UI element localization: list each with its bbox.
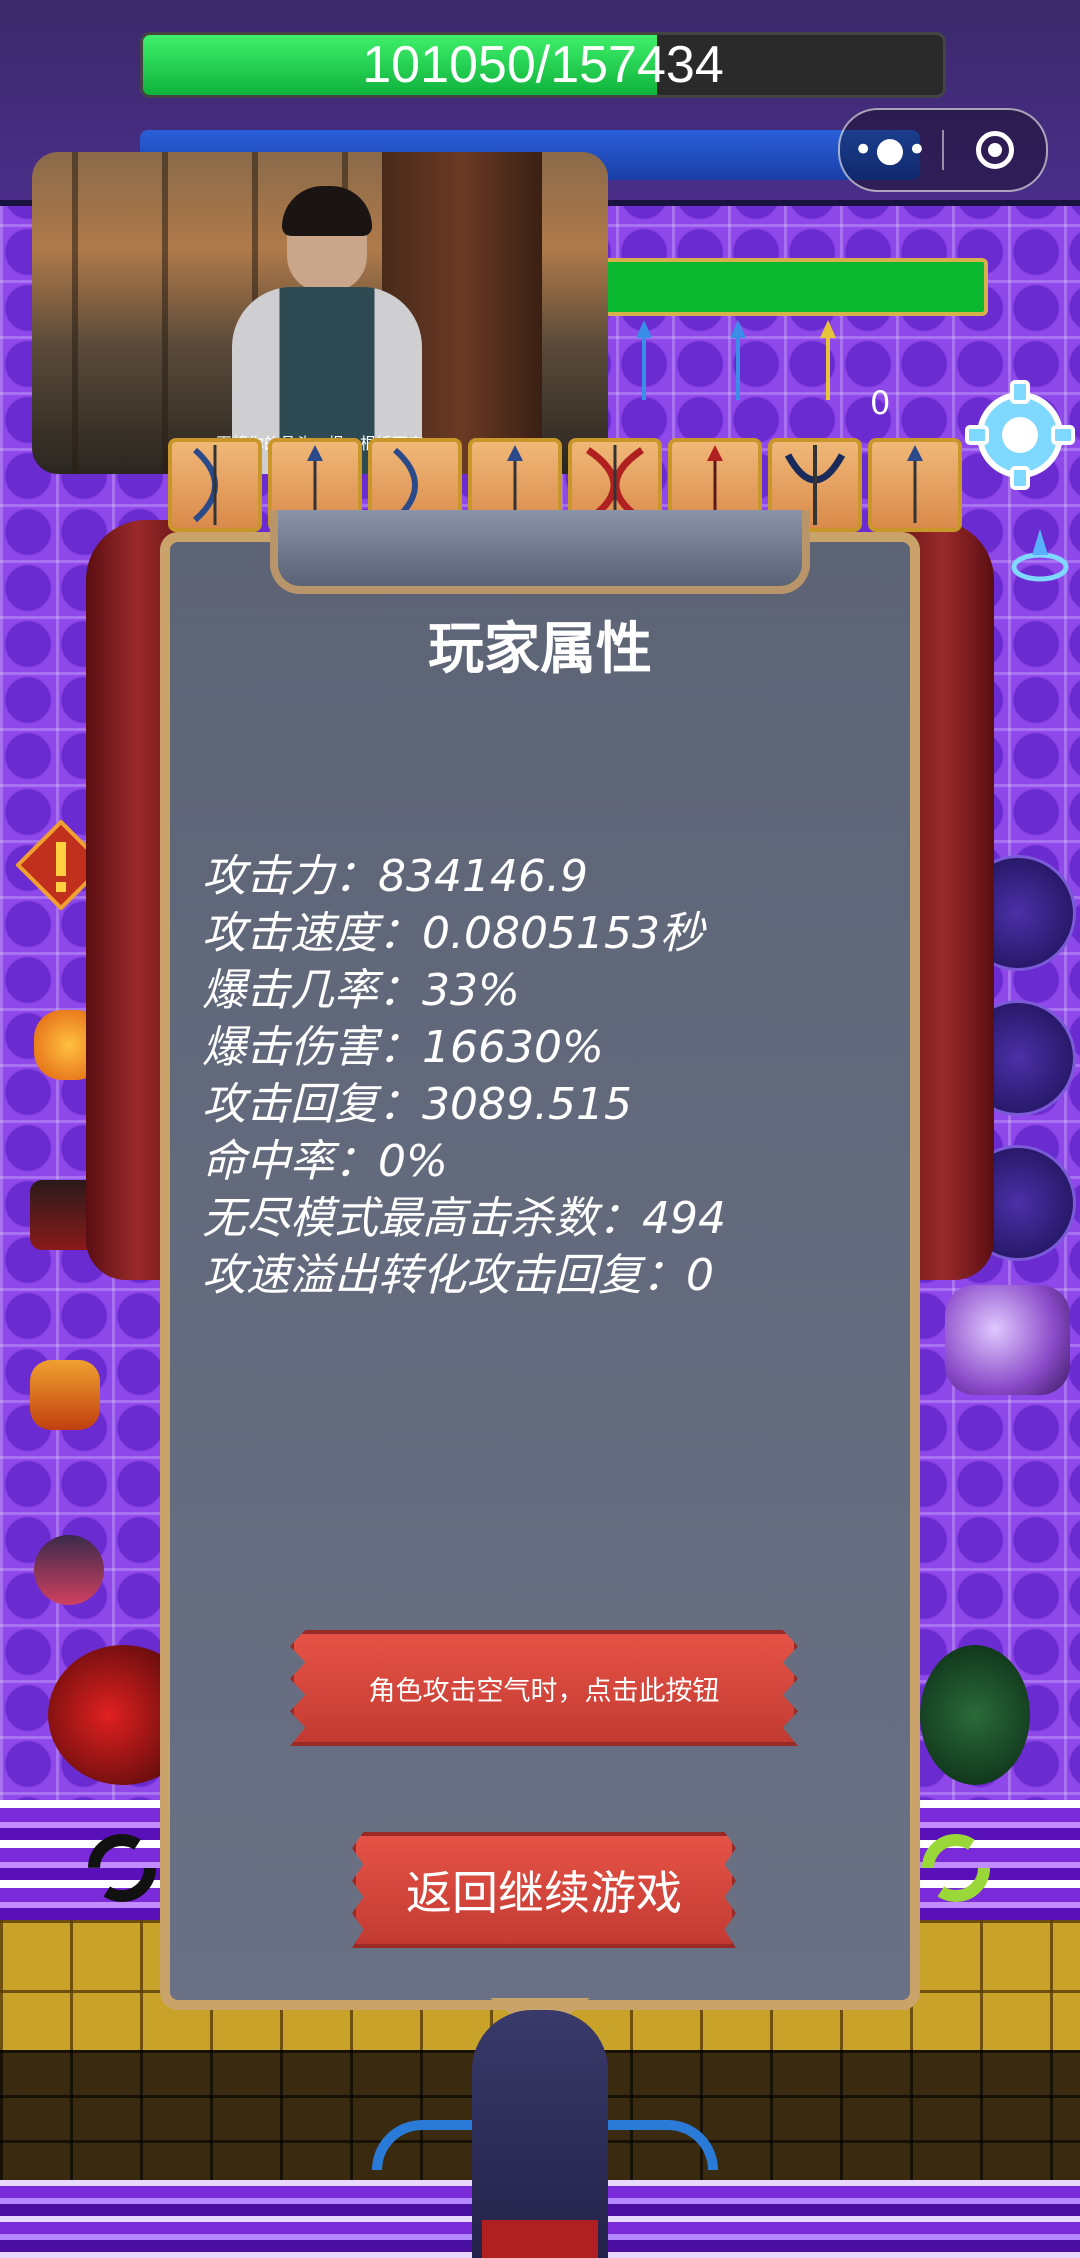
crystal-icon[interactable] [945,1285,1070,1395]
settings-gear-icon[interactable] [965,380,1075,490]
video-overlay[interactable]: 再将你的骨头一根一根拆下来 [32,152,608,474]
falling-arrow-icon [730,320,746,400]
arrow-icon [907,445,923,523]
crown-icon[interactable] [1010,525,1070,585]
dragon-pet-icon[interactable] [30,1360,100,1430]
hp-text: 101050/157434 [362,36,724,94]
stat-hit-rate: 命中率：0% [202,1136,448,1187]
refresh-green-icon[interactable] [918,1830,994,1906]
enemy-hp-bar [600,258,988,316]
refresh-dark-icon[interactable] [84,1830,160,1906]
stat-endless-max-kills: 无尽模式最高击杀数：494 [202,1193,726,1244]
more-dots-icon[interactable]: •●• [840,110,942,190]
panel-header-frame [270,510,810,594]
green-skill-orb[interactable] [920,1645,1030,1785]
stat-attack-speed: 攻击速度：0.0805153秒 [202,908,704,959]
panel-title: 玩家属性 [428,617,652,682]
bow-icon [192,445,218,525]
character-avatar-icon[interactable] [34,1535,104,1605]
stat-attack-recovery: 攻击回复：3089.515 [202,1079,632,1130]
weapon-slot[interactable] [868,438,962,532]
miniprogram-capsule: •●• [838,108,1048,192]
falling-arrow-icon [636,320,652,400]
stat-attack: 攻击力：834146.9 [202,851,588,902]
air-attack-fix-button[interactable]: 角色攻击空气时，点击此按钮 [290,1630,798,1746]
small-counter: 0 [870,384,891,422]
stat-crit-rate: 爆击几率：33% [202,965,520,1016]
stat-overflow-conversion: 攻速溢出转化攻击回复：0 [202,1250,714,1301]
hp-bar: 101050/157434 [140,32,946,98]
stats-list: 攻击力：834146.9 攻击速度：0.0805153秒 爆击几率：33% 爆击… [202,848,902,1304]
stat-crit-damage: 爆击伤害：16630% [202,1022,604,1073]
weapon-slot[interactable] [168,438,262,532]
falling-arrow-icon [820,320,836,400]
player-character [372,2010,718,2258]
resume-game-button[interactable]: 返回继续游戏 [352,1832,736,1948]
target-close-icon[interactable] [944,110,1046,190]
